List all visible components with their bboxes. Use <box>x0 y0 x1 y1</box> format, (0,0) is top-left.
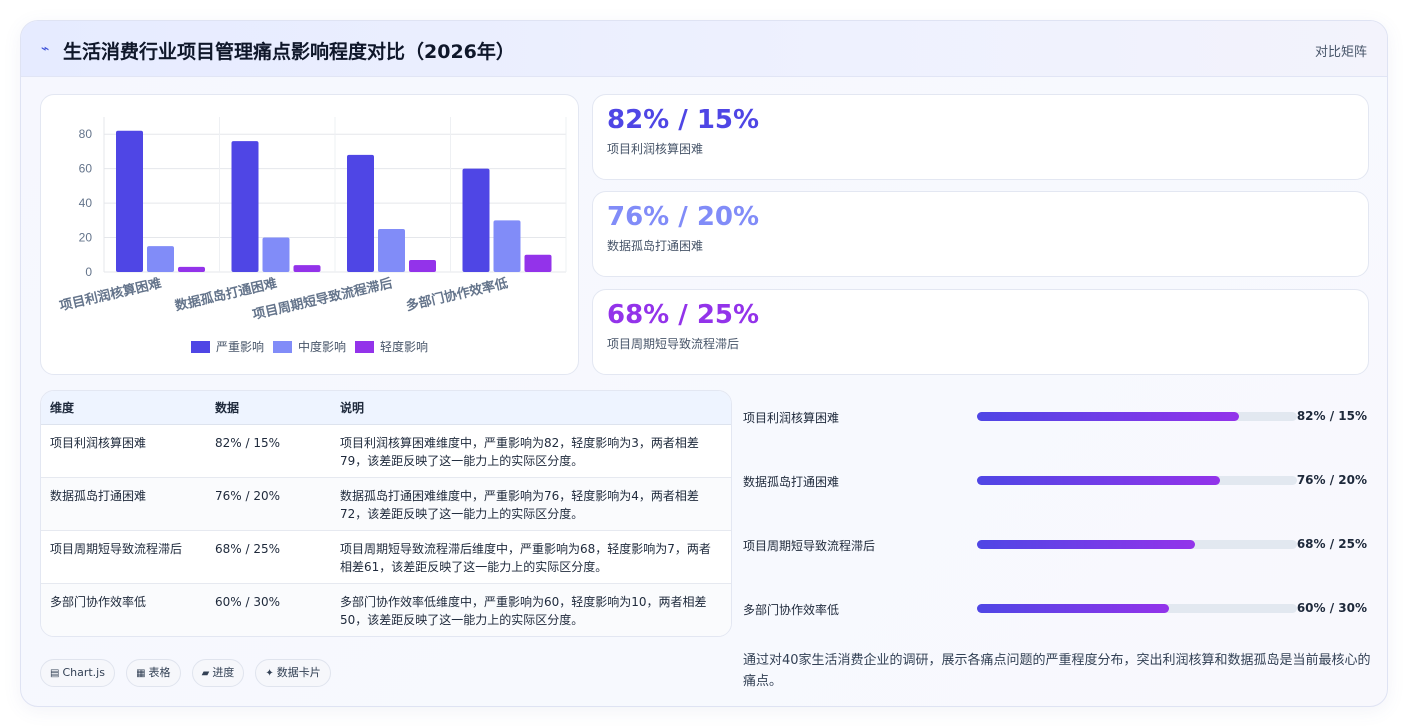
main-card: ⌁ 生活消费行业项目管理痛点影响程度对比（2026年） 对比矩阵 0 20 40 60… <box>20 20 1388 707</box>
x-tick-label: 多部门协作效率低 <box>404 275 509 314</box>
progress-fill <box>977 476 1221 485</box>
table-cell: 项目周期短导致流程滞后 <box>41 530 206 584</box>
data-table-panel: 维度 数据 说明 项目利润核算困难 82% / 15% 项目利润核算困难维度中，… <box>40 390 732 637</box>
bar <box>493 220 521 272</box>
view-mode-label: 对比矩阵 <box>1314 45 1367 60</box>
summary-text: 通过对40家生活消费企业的调研，展示各痛点问题的严重程度分布，突出利润核算和数据… <box>743 653 1371 689</box>
table-cell: 68% / 25% <box>206 530 331 584</box>
progress-fill <box>977 604 1169 613</box>
chip-progress[interactable]: ▰ 进度 <box>191 659 245 687</box>
table-row: 项目利润核算困难 82% / 15% 项目利润核算困难维度中，严重影响为82，轻… <box>41 424 731 478</box>
legend-swatch <box>355 341 374 353</box>
bar <box>262 237 290 272</box>
progress-value: 76% / 20% <box>1296 473 1367 487</box>
table-cell: 60% / 30% <box>206 583 331 636</box>
bar <box>231 141 259 272</box>
legend-label: 严重影响 <box>216 339 264 354</box>
table-cell: 数据孤岛打通困难维度中，严重影响为76，轻度影响为4，两者相差72，该差距反映了… <box>331 477 731 531</box>
legend-label: 中度影响 <box>298 339 346 354</box>
stat-value: 68% / 25% <box>607 300 760 330</box>
legend-swatch <box>191 341 210 353</box>
y-tick-label: 20 <box>79 231 93 245</box>
progress-label: 项目利润核算困难 <box>743 411 840 425</box>
progress-row: 项目利润核算困难 82% / 15% <box>743 407 1369 427</box>
progress-row: 多部门协作效率低 60% / 30% <box>743 599 1369 619</box>
table-row: 多部门协作效率低 60% / 30% 多部门协作效率低维度中，严重影响为60，轻… <box>41 583 731 636</box>
column-header: 维度 <box>41 391 206 425</box>
chip-label: Chart.js <box>62 666 105 679</box>
data-table: 维度 数据 说明 项目利润核算困难 82% / 15% 项目利润核算困难维度中，… <box>41 391 731 636</box>
table-row: 数据孤岛打通困难 76% / 20% 数据孤岛打通困难维度中，严重影响为76，轻… <box>41 477 731 531</box>
stat-label: 数据孤岛打通困难 <box>607 239 704 253</box>
y-tick-label: 60 <box>79 162 93 176</box>
chip-chartjs[interactable]: ▤ Chart.js <box>40 659 115 687</box>
chip-label: 进度 <box>212 666 235 679</box>
bar <box>147 246 174 272</box>
progress-fill <box>977 540 1195 549</box>
table-cell: 多部门协作效率低维度中，严重影响为60，轻度影响为10，两者相差50，该差距反映… <box>331 583 731 636</box>
table-cell: 76% / 20% <box>206 477 331 531</box>
bar-chart: 020406080项目利润核算困难 数据孤岛打通困难项目周期短导致流程滞后 多部门协… <box>58 117 567 354</box>
progress-label: 项目周期短导致流程滞后 <box>743 539 876 553</box>
progress-row: 数据孤岛打通困难 76% / 20% <box>743 471 1369 491</box>
stat-value: 76% / 20% <box>607 202 760 232</box>
table-cell: 项目利润核算困难维度中，严重影响为82，轻度影响为3，两者相差79，该差距反映了… <box>331 424 731 478</box>
table-cell: 项目利润核算困难 <box>41 424 206 478</box>
progress-row: 项目周期短导致流程滞后 68% / 25% <box>743 535 1369 555</box>
stat-card: 76% / 20% 数据孤岛打通困难 <box>592 191 1369 277</box>
progress-value: 82% / 15% <box>1296 409 1367 423</box>
chip-data-card[interactable]: ✦ 数据卡片 <box>255 659 331 687</box>
progress-fill <box>977 412 1240 421</box>
bar <box>116 130 143 272</box>
table-icon: ▦ <box>136 668 146 679</box>
column-header: 说明 <box>331 391 731 425</box>
bar <box>462 168 490 272</box>
y-tick-label: 40 <box>79 196 93 210</box>
table-cell: 数据孤岛打通困难 <box>41 477 206 531</box>
y-tick-label: 0 <box>85 265 92 279</box>
stat-card: 68% / 25% 项目周期短导致流程滞后 <box>592 289 1369 375</box>
x-tick-label: 项目利润核算困难 <box>58 275 163 314</box>
bar <box>293 265 321 272</box>
progress-track <box>977 604 1297 613</box>
progress-icon: ▰ <box>201 668 210 679</box>
chip-table[interactable]: ▦ 表格 <box>126 659 181 687</box>
legend-label: 轻度影响 <box>380 339 428 354</box>
table-cell: 82% / 15% <box>206 424 331 478</box>
bar <box>347 154 374 272</box>
table-header-row: 维度 数据 说明 <box>41 391 731 425</box>
progress-value: 68% / 25% <box>1296 537 1367 551</box>
sparkle-icon: ✦ <box>265 668 274 679</box>
legend-swatch <box>273 341 292 353</box>
bar-chart-panel: 0 20 40 60 80 项目利润核算困难 数据孤岛打通困难 项目周期短导致流程滞后 多部门协… <box>40 94 579 375</box>
progress-track <box>977 476 1297 485</box>
column-header: 数据 <box>206 391 331 425</box>
stat-label: 项目利润核算困难 <box>607 142 704 156</box>
table-cell: 多部门协作效率低 <box>41 583 206 636</box>
card-header: ⌁ 生活消费行业项目管理痛点影响程度对比（2026年） 对比矩阵 <box>21 21 1387 77</box>
bar <box>524 254 552 272</box>
stat-label: 项目周期短导致流程滞后 <box>607 337 740 351</box>
pulse-icon: ⌁ <box>41 41 50 57</box>
bar <box>378 228 405 272</box>
table-row: 项目周期短导致流程滞后 68% / 25% 项目周期短导致流程滞后维度中，严重影… <box>41 530 731 584</box>
tag-chips: ▤ Chart.js ▦ 表格 ▰ 进度 ✦ 数据卡片 <box>40 659 337 687</box>
chip-label: 表格 <box>148 666 171 679</box>
stat-card: 82% / 15% 项目利润核算困难 <box>592 94 1369 180</box>
table-cell: 项目周期短导致流程滞后维度中，严重影响为68，轻度影响为7，两者相差61，该差距… <box>331 530 731 584</box>
bar <box>178 266 205 272</box>
progress-label: 数据孤岛打通困难 <box>743 475 840 489</box>
progress-value: 60% / 30% <box>1296 601 1367 615</box>
page-title: 生活消费行业项目管理痛点影响程度对比（2026年） <box>63 41 515 63</box>
bar <box>409 259 436 272</box>
progress-track <box>977 412 1297 421</box>
y-tick-label: 80 <box>79 127 93 141</box>
stat-value: 82% / 15% <box>607 105 760 135</box>
chart-icon: ▤ <box>50 668 60 679</box>
progress-label: 多部门协作效率低 <box>743 603 840 617</box>
chip-label: 数据卡片 <box>276 666 321 679</box>
progress-track <box>977 540 1297 549</box>
